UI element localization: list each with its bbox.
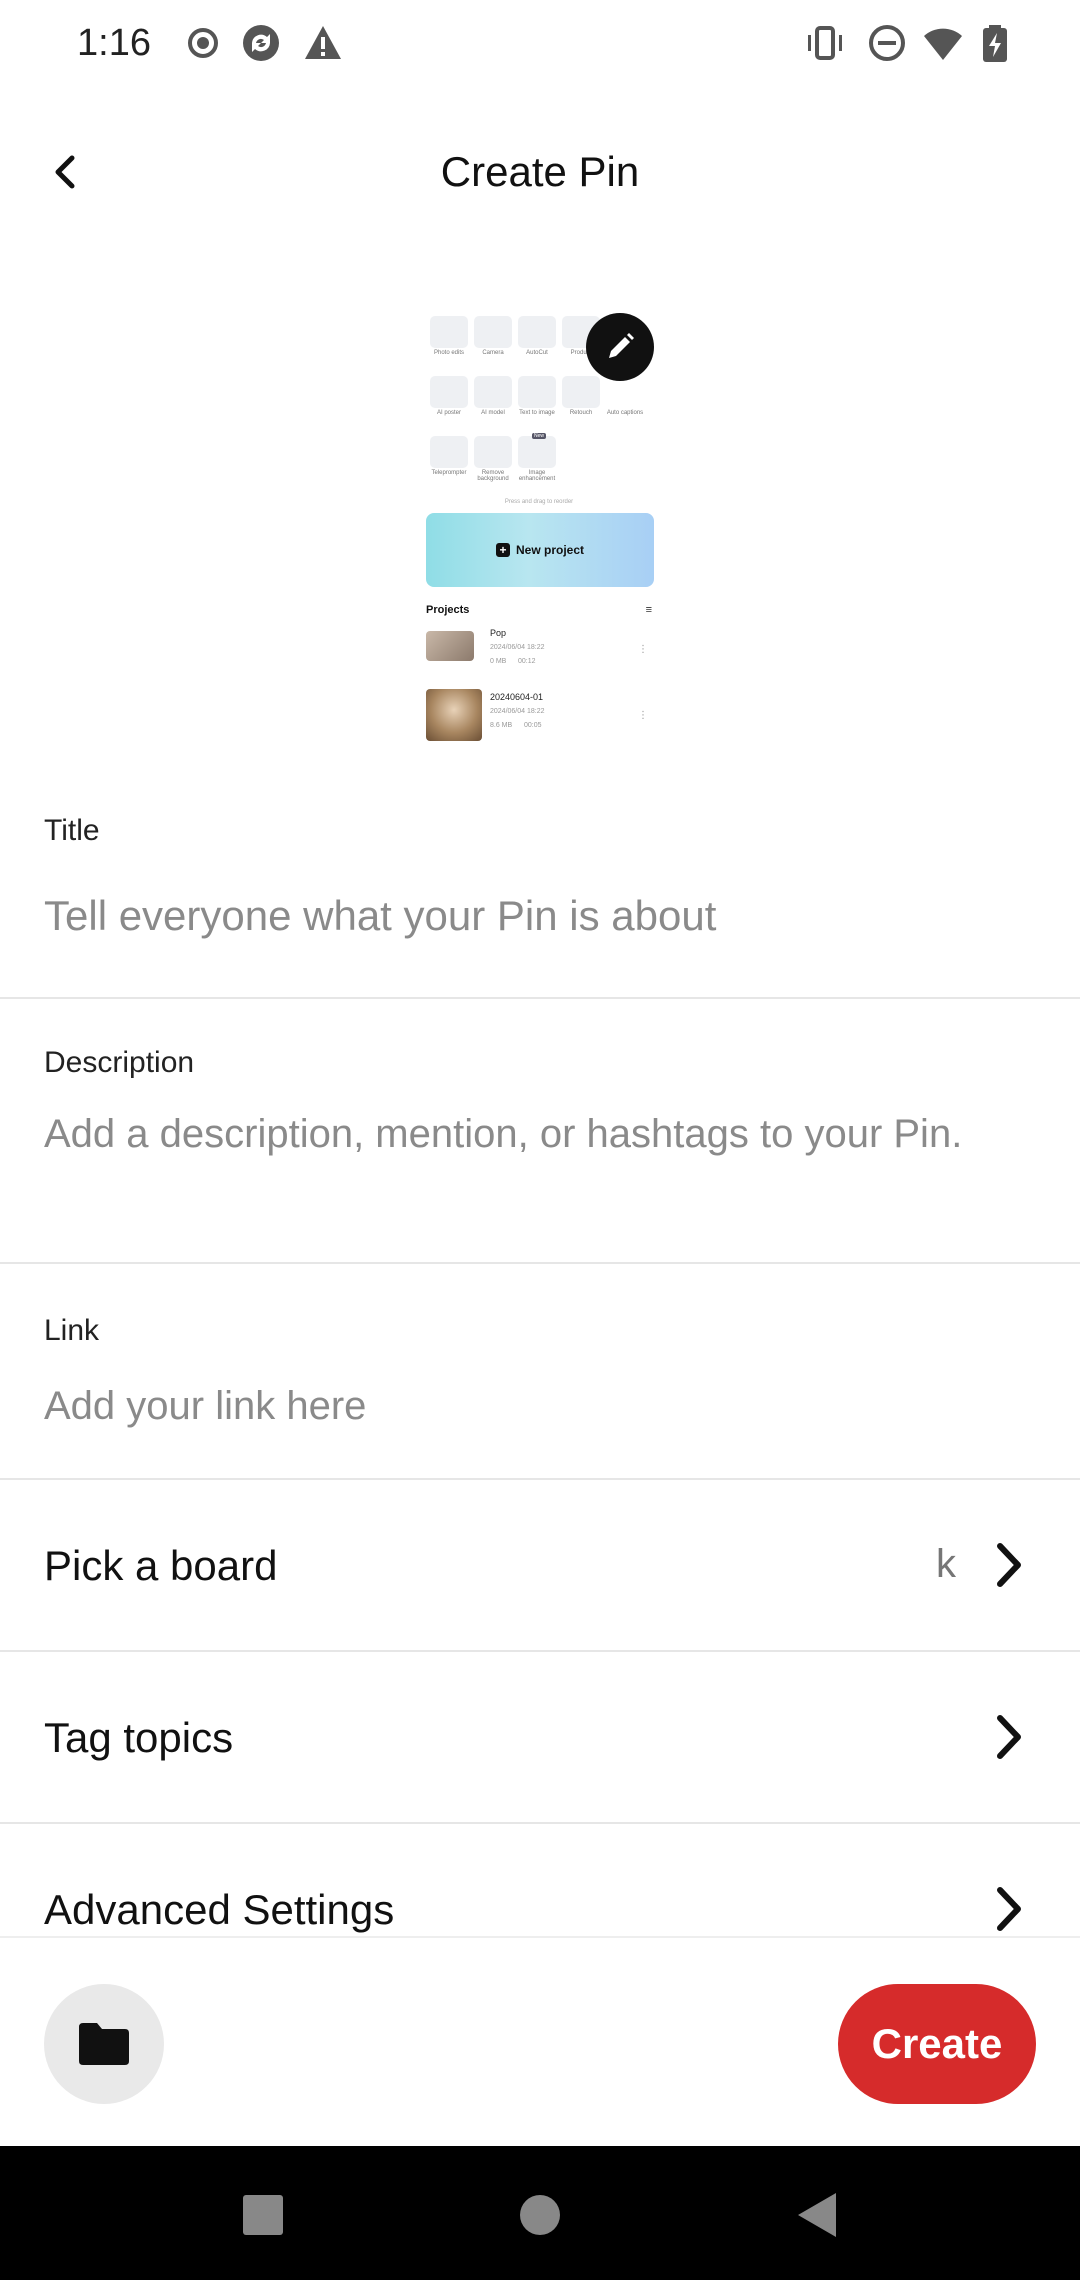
tool-label: Text to image: [519, 410, 555, 416]
chevron-right-icon: [997, 1887, 1021, 1931]
triangle-back-icon: [798, 2193, 836, 2237]
project-date: 2024/06/04 18:22: [490, 644, 545, 651]
status-bar: 1:16: [0, 0, 1080, 88]
divider: [0, 997, 1080, 999]
tool-label: Photo edits: [433, 350, 465, 356]
warning-icon: [302, 22, 344, 64]
pencil-icon: [609, 333, 634, 358]
tool-tile: [562, 376, 600, 408]
sort-icon: ≡: [645, 604, 652, 616]
tool-tile: [474, 376, 512, 408]
chevron-right-icon: [997, 1715, 1021, 1759]
tag-topics-row[interactable]: Tag topics: [0, 1652, 1080, 1822]
sync-icon: [240, 22, 282, 64]
tool-label: AI model: [481, 410, 505, 416]
wifi-icon: [922, 22, 964, 64]
home-button[interactable]: [513, 2188, 567, 2242]
new-project-button: + New project: [426, 513, 654, 587]
divider: [0, 1262, 1080, 1264]
tool-tile: [518, 376, 556, 408]
vibrate-icon: [804, 22, 846, 64]
recents-button[interactable]: [236, 2188, 290, 2242]
tool-tile: [518, 436, 556, 468]
tool-label: Camera: [482, 350, 504, 356]
tool-label: Teleprompter: [431, 470, 467, 476]
more-icon: ⋮: [638, 644, 648, 655]
tool-label: AutoCut: [526, 350, 548, 356]
new-project-label: New project: [515, 543, 584, 557]
tool-label: AI poster: [436, 410, 461, 416]
tool-label: Remove background: [477, 470, 509, 482]
folder-button[interactable]: [44, 1984, 164, 2104]
project-name: Pop: [490, 628, 507, 638]
advanced-settings-row[interactable]: Advanced Settings: [0, 1824, 1080, 1936]
projects-heading: Projects: [426, 604, 470, 616]
tool-tile: [430, 436, 468, 468]
project-size: 8.6 MB: [490, 722, 513, 729]
tool-tile: [474, 316, 512, 348]
project-duration: 00:05: [524, 722, 542, 729]
chevron-right-icon: [997, 1543, 1021, 1587]
link-input[interactable]: [44, 1376, 1044, 1436]
project-thumbnail: [426, 631, 474, 661]
status-time: 1:16: [77, 22, 151, 64]
title-label: Title: [44, 814, 100, 847]
tool-tile: [430, 376, 468, 408]
reorder-hint: Press and drag to reorder: [504, 499, 574, 505]
plus-icon: +: [495, 543, 510, 557]
tool-tile: [430, 316, 468, 348]
more-icon: ⋮: [638, 710, 648, 721]
tag-topics-label: Tag topics: [44, 1714, 234, 1761]
project-name: 20240604-01: [490, 692, 544, 702]
new-badge: New: [532, 433, 547, 439]
do-not-disturb-icon: [866, 22, 908, 64]
square-icon: [243, 2195, 283, 2235]
battery-charging-icon: [974, 22, 1016, 64]
system-nav-bar: [0, 2146, 1080, 2280]
project-thumbnail: [426, 689, 482, 741]
pick-board-label: Pick a board: [44, 1542, 278, 1589]
selected-board-value: k: [936, 1542, 956, 1586]
title-input[interactable]: [44, 884, 1044, 948]
description-input[interactable]: [44, 1108, 1044, 1220]
header: Create Pin: [0, 120, 1080, 224]
create-button[interactable]: Create: [838, 1984, 1036, 2104]
project-duration: 00:12: [518, 658, 536, 665]
circle-icon: [520, 2195, 560, 2235]
bottom-action-bar: Create: [0, 1936, 1080, 2146]
pick-board-row[interactable]: Pick a board k: [0, 1480, 1080, 1650]
page-title: Create Pin: [440, 148, 640, 195]
tool-label: Auto captions: [606, 410, 644, 416]
project-size: 0 MB: [490, 658, 507, 665]
project-date: 2024/06/04 18:22: [490, 708, 545, 715]
tool-tile: [518, 316, 556, 348]
tool-tile: [606, 376, 644, 408]
tool-tile: [474, 436, 512, 468]
advanced-settings-label: Advanced Settings: [44, 1886, 395, 1933]
tool-label: Image enhancement: [518, 470, 556, 482]
edit-image-button[interactable]: [586, 313, 654, 381]
folder-icon: [79, 2023, 129, 2065]
record-icon: [182, 22, 224, 64]
back-nav-button[interactable]: [790, 2188, 844, 2242]
link-label: Link: [44, 1314, 100, 1347]
description-label: Description: [44, 1046, 195, 1079]
tool-label: Retouch: [569, 410, 593, 416]
